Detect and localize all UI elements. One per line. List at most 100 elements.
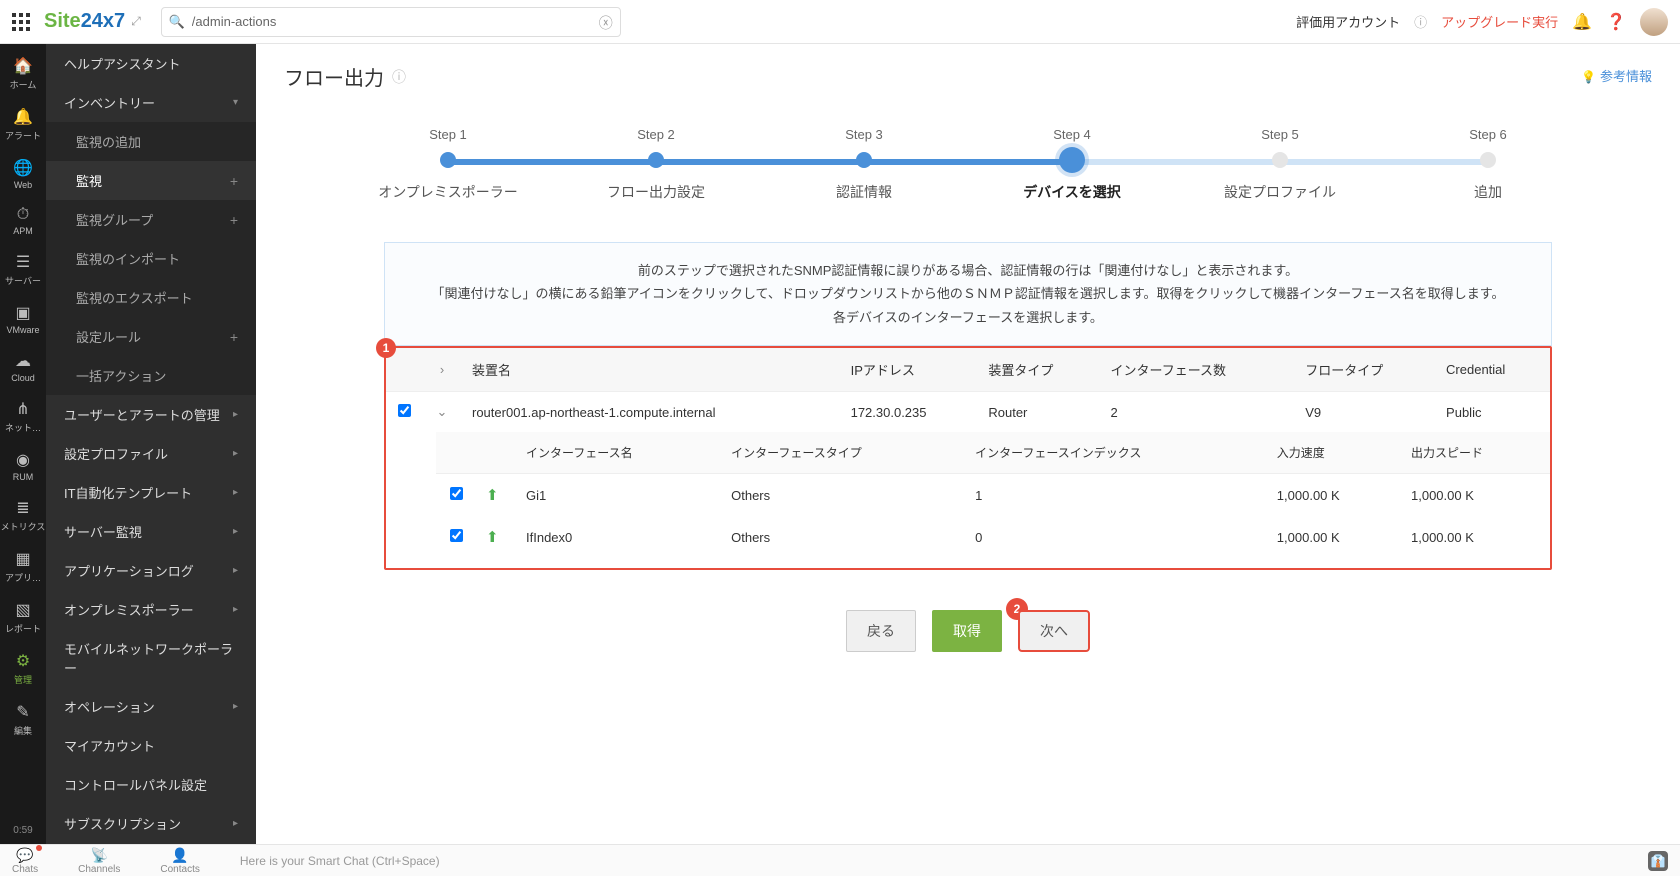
sidebar-item[interactable]: オンプレミスポーラー▸ (46, 590, 256, 629)
sidebar-item[interactable]: IT自動化テンプレート▸ (46, 473, 256, 512)
column-header[interactable]: 装置タイプ (978, 348, 1100, 392)
if-index: 1 (965, 474, 1267, 517)
column-header[interactable]: IPアドレス (841, 348, 979, 392)
sidebar-item[interactable]: サブスクリプション▸ (46, 804, 256, 843)
sidebar-item[interactable]: ユーザーとアラートの管理▸ (46, 395, 256, 434)
bottom-label: Contacts (160, 864, 199, 875)
sidebar-item[interactable]: 監視のエクスポート (46, 278, 256, 317)
left-rail: 🏠ホーム🔔アラート🌐Web⏱APM☰サーバー▣VMware☁Cloud⋔ネット…… (0, 44, 46, 844)
device-ifcount: 2 (1100, 392, 1295, 433)
step-dot-icon (856, 152, 872, 168)
rail-item[interactable]: ✎編集 (0, 694, 46, 745)
interface-table: インターフェース名インターフェースタイプインターフェースインデックス入力速度出力… (436, 432, 1550, 558)
plus-icon[interactable]: + (230, 173, 238, 189)
column-header[interactable]: 入力速度 (1267, 432, 1401, 474)
notifications-icon[interactable]: 🔔 (1572, 12, 1592, 32)
step-dot-icon (648, 152, 664, 168)
sidebar-item-label: モバイルネットワークポーラー (64, 639, 238, 677)
next-button[interactable]: 次へ (1018, 610, 1090, 652)
rail-label: アプリ… (5, 571, 41, 584)
bottom-item[interactable]: 📡Channels (78, 847, 120, 875)
sidebar-item-label: 一括アクション (76, 366, 166, 385)
step[interactable]: Step 2 フロー出力設定 (552, 127, 760, 202)
bottom-icon: 👤 (171, 847, 188, 864)
rail-item[interactable]: ⏱APM (0, 198, 46, 244)
clear-search-icon[interactable]: ⓧ (599, 13, 613, 33)
bottom-item[interactable]: 💬Chats (12, 847, 38, 875)
sidebar-item[interactable]: 監視のインポート (46, 239, 256, 278)
sidebar-item[interactable]: オペレーション▸ (46, 687, 256, 726)
rail-item[interactable]: ⋔ネット… (0, 391, 46, 442)
sidebar-item[interactable]: インベントリー▾ (46, 83, 256, 122)
sidebar-item[interactable]: 設定ルール+ (46, 317, 256, 356)
rail-item[interactable]: ▧レポート (0, 592, 46, 643)
sidebar-item[interactable]: 監視の追加 (46, 122, 256, 161)
bottom-item[interactable]: 👤Contacts (160, 847, 199, 875)
rail-item[interactable]: 🌐Web (0, 150, 46, 198)
fetch-button[interactable]: 取得 (932, 610, 1002, 652)
collapse-icon[interactable]: ⌄ (422, 392, 462, 433)
device-type: Router (978, 392, 1100, 433)
help-icon[interactable]: ❓ (1606, 12, 1626, 32)
info-icon[interactable]: ⓘ (1414, 12, 1427, 31)
step-dot-icon (1480, 152, 1496, 168)
plus-icon[interactable]: + (230, 212, 238, 228)
rail-item[interactable]: ☰サーバー (0, 244, 46, 295)
rail-item[interactable]: ☁Cloud (0, 343, 46, 391)
sidebar-item[interactable]: ヘルプアシスタント (46, 44, 256, 83)
logo[interactable]: Site24x7 (44, 10, 125, 33)
avatar[interactable] (1640, 8, 1668, 36)
sidebar-item[interactable]: コントロールパネル設定 (46, 765, 256, 804)
expand-icon[interactable]: ⤢ (131, 14, 141, 29)
rail-item[interactable]: 🏠ホーム (0, 48, 46, 99)
row-checkbox[interactable] (450, 487, 463, 500)
column-header[interactable]: 出力スピード (1401, 432, 1550, 474)
rail-item[interactable]: ≣メトリクス (0, 490, 46, 541)
step[interactable]: Step 5設定プロファイル (1176, 127, 1384, 202)
reference-link[interactable]: 参考情報 (1581, 66, 1652, 85)
apps-grid-icon[interactable] (12, 13, 30, 31)
plus-icon[interactable]: + (230, 329, 238, 345)
step[interactable]: Step 6追加 (1384, 127, 1592, 202)
info-line: 各デバイスのインターフェースを選択します。 (409, 306, 1527, 329)
rail-label: Web (14, 180, 32, 190)
search-input[interactable] (161, 7, 621, 37)
rail-item[interactable]: ▣VMware (0, 295, 46, 343)
title-info-icon[interactable]: ⓘ (392, 67, 406, 87)
row-checkbox[interactable] (398, 404, 411, 417)
sidebar-item[interactable]: アプリケーションログ▸ (46, 551, 256, 590)
step[interactable]: Step 3認証情報 (760, 127, 968, 202)
column-header[interactable]: Credential (1436, 348, 1550, 392)
upgrade-link[interactable]: アップグレード実行 (1441, 12, 1558, 31)
row-checkbox[interactable] (450, 529, 463, 542)
sidebar-item[interactable]: マイアカウント (46, 726, 256, 765)
info-line: 前のステップで選択されたSNMP認証情報に誤りがある場合、認証情報の行は「関連付… (409, 259, 1527, 282)
column-header[interactable]: インターフェースタイプ (721, 432, 965, 474)
expand-all-icon[interactable]: › (422, 348, 462, 392)
sidebar-item[interactable]: 一括アクション (46, 356, 256, 395)
sidebar-item[interactable]: サーバー監視▸ (46, 512, 256, 551)
admin-badge-icon[interactable]: 👔 (1648, 851, 1668, 871)
step-label: フロー出力設定 (607, 182, 705, 202)
rail-item[interactable]: ⚙管理 (0, 643, 46, 694)
rail-item[interactable]: ◉RUM (0, 442, 46, 490)
rail-item[interactable]: ▦アプリ… (0, 541, 46, 592)
back-button[interactable]: 戻る (846, 610, 916, 652)
top-right: 評価用アカウント ⓘ アップグレード実行 🔔 ❓ (1296, 8, 1668, 36)
step-number: Step 2 (637, 127, 675, 142)
column-header[interactable]: インターフェースインデックス (965, 432, 1267, 474)
sidebar-item[interactable]: 監視グループ+ (46, 200, 256, 239)
step[interactable]: Step 4デバイスを選択 (968, 127, 1176, 202)
sidebar-item[interactable]: 設定プロファイル▸ (46, 434, 256, 473)
column-header[interactable]: インターフェース数 (1100, 348, 1295, 392)
sidebar-item[interactable]: 監視+ (46, 161, 256, 200)
bottom-label: Channels (78, 864, 120, 875)
rail-item[interactable]: 🔔アラート (0, 99, 46, 150)
sidebar-item-label: コントロールパネル設定 (64, 775, 207, 794)
column-header[interactable]: インターフェース名 (516, 432, 721, 474)
step[interactable]: Step 1オンプレミスポーラー (344, 127, 552, 202)
sidebar-item[interactable]: モバイルネットワークポーラー (46, 629, 256, 687)
column-header[interactable]: 装置名 (462, 348, 841, 392)
column-header[interactable]: フロータイプ (1295, 348, 1436, 392)
smart-chat-hint[interactable]: Here is your Smart Chat (Ctrl+Space) (240, 854, 440, 868)
